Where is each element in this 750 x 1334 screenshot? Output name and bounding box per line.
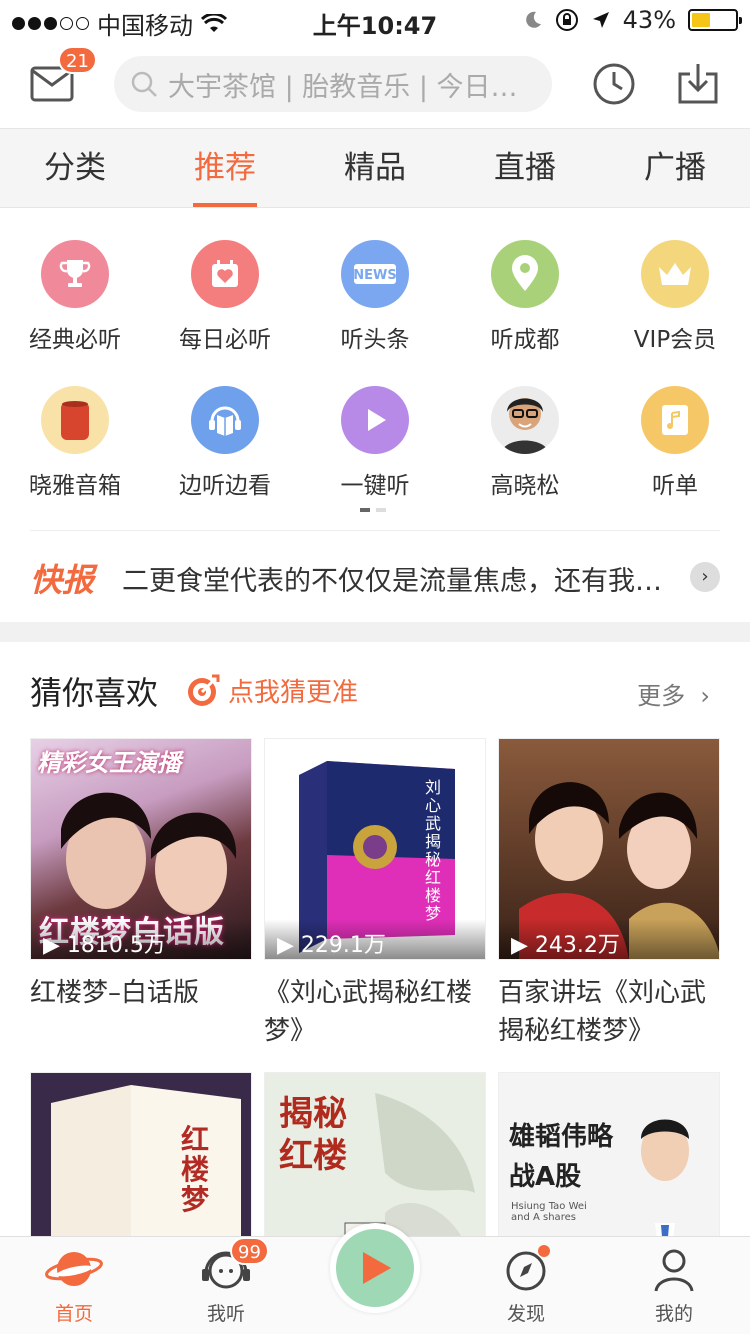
- playlist-icon: [641, 386, 709, 454]
- play-count: ▶ 229.1万: [265, 919, 485, 959]
- refine-label: 点我猜更准: [228, 678, 359, 708]
- play-count-value: 243.2万: [534, 933, 620, 958]
- nav-home-label: 首页: [54, 1303, 93, 1325]
- shortcut-one-tap[interactable]: 一键听: [300, 376, 450, 522]
- section-divider: [0, 622, 750, 642]
- mail-badge: 21: [58, 46, 97, 74]
- cover-title-text: 红楼梦: [181, 1123, 210, 1216]
- play-count: ▶ 1810.5万: [31, 919, 251, 959]
- shortcut-label: 晓雅音箱: [29, 473, 121, 499]
- grid-page-indicator: [360, 508, 386, 512]
- nav-discover-label: 发现: [506, 1303, 545, 1325]
- shortcut-classic[interactable]: 经典必听: [0, 230, 150, 376]
- nav-home[interactable]: 首页: [24, 1243, 124, 1326]
- chevron-right-icon[interactable]: ›: [690, 562, 720, 592]
- play-count-value: 229.1万: [300, 933, 386, 958]
- shortcut-city[interactable]: 听成都: [450, 230, 600, 376]
- news-text: 二更食堂代表的不仅仅是流量焦虑，还有我…: [122, 566, 662, 597]
- shortcut-speaker[interactable]: 晓雅音箱: [0, 376, 150, 522]
- location-arrow-icon: [592, 12, 609, 28]
- shortcut-label: VIP会员: [633, 327, 717, 353]
- shortcut-label: 一键听: [340, 473, 410, 499]
- battery-icon: [688, 9, 742, 31]
- shortcut-playlist[interactable]: 听单: [600, 376, 750, 522]
- shortcut-label: 高晓松: [490, 473, 560, 499]
- news-ticker[interactable]: 快报 二更食堂代表的不仅仅是流量焦虑，还有我… ›: [30, 530, 720, 622]
- tab-live[interactable]: 直播: [450, 129, 600, 207]
- history-clock-icon[interactable]: [592, 62, 636, 106]
- section-title: 猜你喜欢: [30, 674, 159, 712]
- chevron-right-icon: ›: [692, 682, 710, 710]
- shortcut-headlines[interactable]: NEWS 听头条: [300, 230, 450, 376]
- shortcut-label: 听成都: [490, 327, 560, 353]
- compass-icon: [506, 1245, 550, 1291]
- shortcut-label: 听头条: [340, 327, 410, 353]
- play-count: ▶ 243.2万: [499, 919, 719, 959]
- search-placeholder: 大宇茶馆 | 胎教音乐 | 今日…: [168, 71, 518, 103]
- shortcut-daily[interactable]: 每日必听: [150, 230, 300, 376]
- shortcut-label: 听单: [652, 473, 698, 499]
- shortcut-label: 边听边看: [179, 473, 271, 499]
- tab-premium[interactable]: 精品: [300, 129, 450, 207]
- shortcut-listen-read[interactable]: 边听边看: [150, 376, 300, 522]
- planet-home-icon: [45, 1252, 103, 1286]
- listen-badge: 99: [230, 1237, 269, 1265]
- album-cover: 精彩女王演播 红楼梦白话版 ▶ 1810.5万: [30, 738, 252, 960]
- headphones-book-icon: [191, 386, 259, 454]
- bottom-nav: 首页 我听 99 发现 我的: [0, 1223, 750, 1334]
- center-play-button[interactable]: [330, 1223, 420, 1313]
- crown-icon: [641, 240, 709, 308]
- play-count-value: 1810.5万: [66, 933, 166, 958]
- shortcut-grid: 经典必听 每日必听 NEWS 听头条 听成都 VIP会员 晓雅音箱 边听边看 一…: [0, 230, 750, 522]
- user-icon: [654, 1249, 694, 1292]
- tab-radio[interactable]: 广播: [600, 129, 750, 207]
- refine-recommendation-button[interactable]: 点我猜更准: [186, 672, 358, 709]
- nav-mine[interactable]: 我的: [624, 1243, 724, 1326]
- nav-discover[interactable]: 发现: [476, 1243, 576, 1326]
- speaker-icon: [41, 386, 109, 454]
- nav-mine-label: 我的: [654, 1303, 693, 1325]
- cover-title-text: 揭秘红楼: [279, 1094, 347, 1176]
- shortcut-vip[interactable]: VIP会员: [600, 230, 750, 376]
- play-icon: [341, 386, 409, 454]
- category-tabs: 分类 推荐 精品 直播 广播: [0, 128, 750, 208]
- top-header: 21 大宇茶馆 | 胎教音乐 | 今日…: [0, 40, 750, 128]
- rotation-lock-icon: [555, 9, 578, 31]
- nav-listen[interactable]: 我听 99: [176, 1237, 276, 1326]
- play-icon: [363, 1252, 391, 1284]
- album-title: 红楼梦–白话版: [30, 978, 200, 1008]
- tab-recommend[interactable]: 推荐: [150, 129, 300, 207]
- album-title: 《刘心武揭秘红楼梦》: [264, 978, 473, 1046]
- battery-percent: 43%: [622, 6, 676, 34]
- shortcut-label: 每日必听: [179, 327, 271, 353]
- search-icon: [131, 71, 157, 97]
- status-bar: 中国移动 上午10:47 43%: [0, 0, 750, 40]
- search-input[interactable]: 大宇茶馆 | 胎教音乐 | 今日…: [114, 56, 552, 112]
- album-card[interactable]: 精彩女王演播 红楼梦白话版 ▶ 1810.5万 红楼梦–白话版: [30, 738, 252, 1012]
- calendar-heart-icon: [191, 240, 259, 308]
- shortcut-label: 经典必听: [29, 327, 121, 353]
- album-cover: ▶ 243.2万: [498, 738, 720, 960]
- target-icon: [188, 674, 220, 706]
- shortcut-gaoxiaosong[interactable]: 高晓松: [450, 376, 600, 522]
- location-pin-icon: [491, 240, 559, 308]
- album-cover: 刘心武揭秘红楼梦 ▶ 229.1万: [264, 738, 486, 960]
- nav-listen-label: 我听: [206, 1303, 245, 1325]
- moon-icon: [525, 11, 541, 28]
- trophy-icon: [41, 240, 109, 308]
- news-tag: 快报: [30, 561, 95, 599]
- more-label: 更多: [637, 682, 686, 710]
- cover-title-text: 刘心武揭秘红楼梦: [425, 778, 442, 923]
- more-link[interactable]: 更多 ›: [637, 676, 710, 711]
- album-card[interactable]: ▶ 243.2万 百家讲坛《刘心武揭秘红楼梦》: [498, 738, 720, 1050]
- album-card[interactable]: 刘心武揭秘红楼梦 ▶ 229.1万 《刘心武揭秘红楼梦》: [264, 738, 486, 1050]
- tab-classify[interactable]: 分类: [0, 129, 150, 207]
- download-icon[interactable]: [676, 62, 720, 106]
- news-icon: NEWS: [341, 240, 409, 308]
- album-title: 百家讲坛《刘心武揭秘红楼梦》: [498, 978, 707, 1046]
- svg-text:NEWS: NEWS: [353, 268, 396, 283]
- avatar-icon: [491, 386, 559, 454]
